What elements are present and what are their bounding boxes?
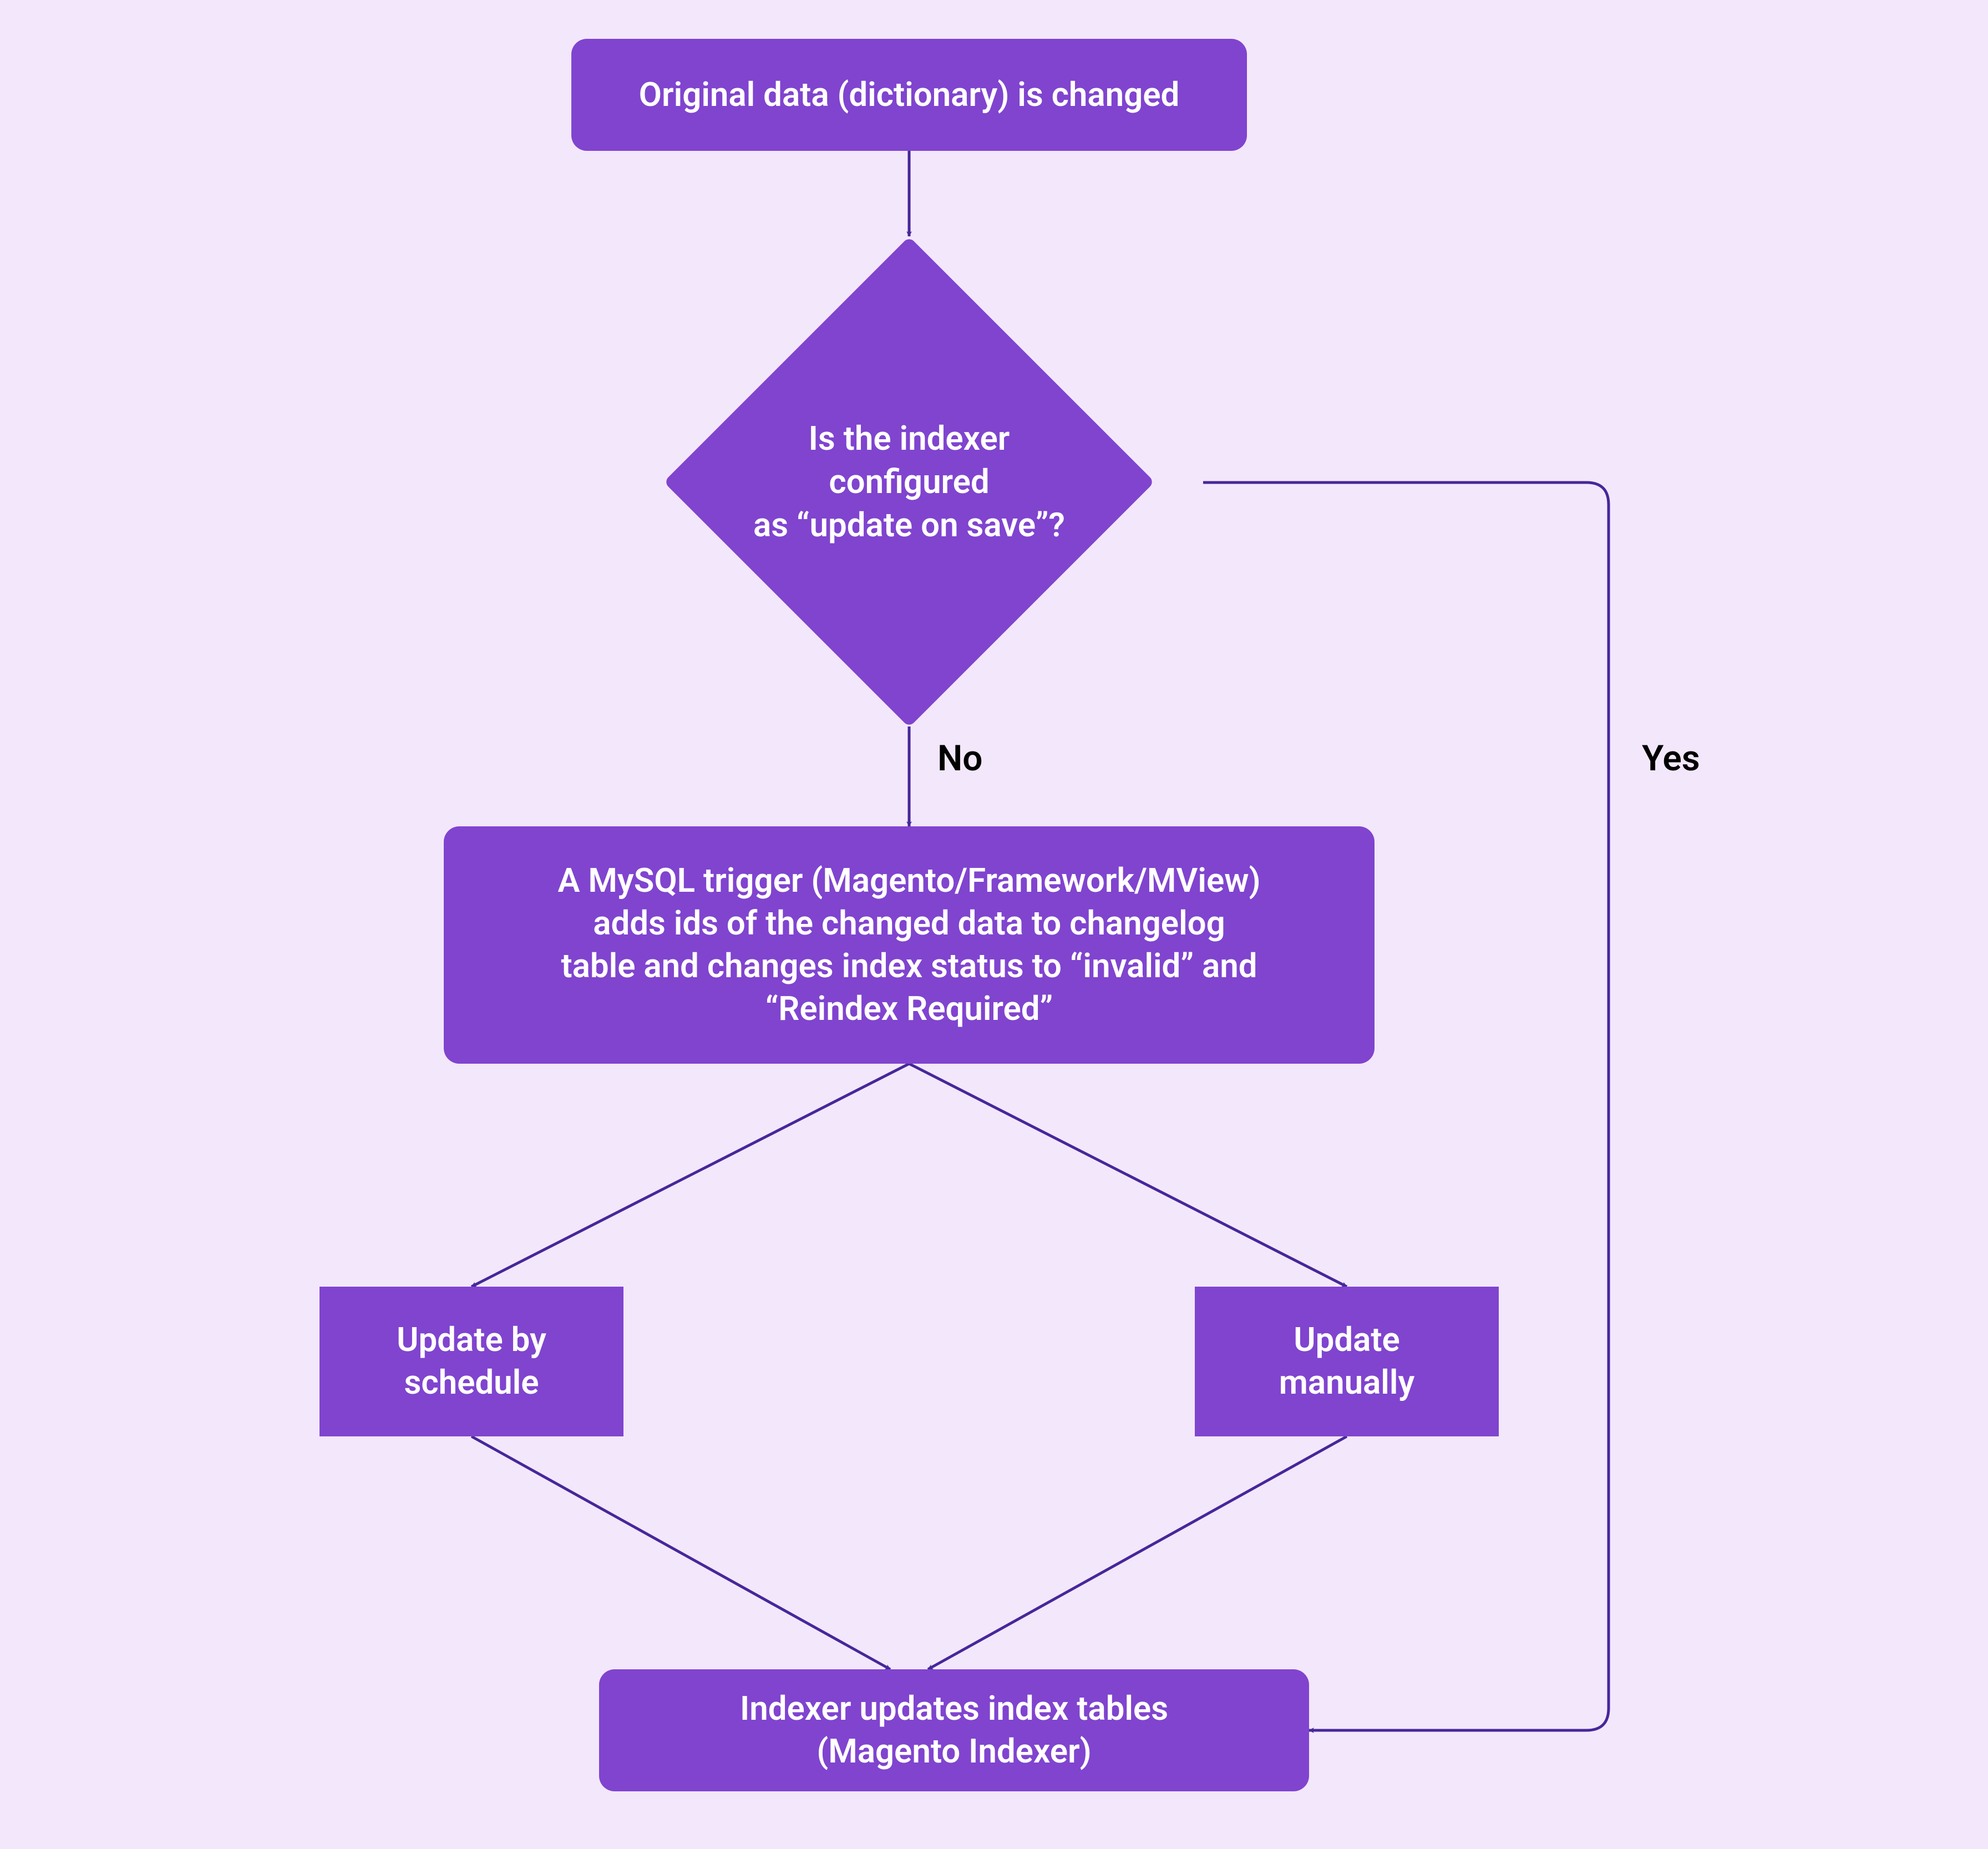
node-start: Original data (dictionary) is changed [571,39,1247,151]
node-end-text: Indexer updates index tables (Magento In… [740,1688,1168,1773]
trigger-line3: table and changes index status to “inval… [561,946,1257,986]
end-line1: Indexer updates index tables [740,1689,1168,1728]
node-end: Indexer updates index tables (Magento In… [599,1669,1309,1791]
trigger-line4: “Reindex Required” [765,989,1053,1028]
node-start-text: Original data (dictionary) is changed [639,74,1180,116]
node-update-manual-text: Update manually [1279,1319,1415,1404]
node-decision: Is the indexer configured as “update on … [736,308,1083,656]
manual-line1: Update [1294,1320,1400,1359]
decision-line1: Is the indexer configured [809,419,1010,501]
edge-label-yes: Yes [1642,738,1700,779]
schedule-line1: Update by [397,1320,546,1359]
node-update-schedule: Update by schedule [320,1287,623,1436]
node-update-schedule-text: Update by schedule [397,1319,546,1404]
node-decision-text: Is the indexer configured as “update on … [736,417,1083,547]
manual-line2: manually [1279,1363,1415,1402]
node-trigger-text: A MySQL trigger (Magento/Framework/MView… [557,860,1260,1030]
node-update-manual: Update manually [1195,1287,1499,1436]
trigger-line2: adds ids of the changed data to changelo… [593,903,1225,943]
trigger-line1: A MySQL trigger (Magento/Framework/MView… [557,861,1260,900]
end-line2: (Magento Indexer) [816,1731,1091,1771]
edge-label-no: No [937,738,983,779]
decision-line2: as “update on save”? [753,505,1065,545]
schedule-line2: schedule [404,1363,539,1402]
node-trigger: A MySQL trigger (Magento/Framework/MView… [444,826,1375,1064]
